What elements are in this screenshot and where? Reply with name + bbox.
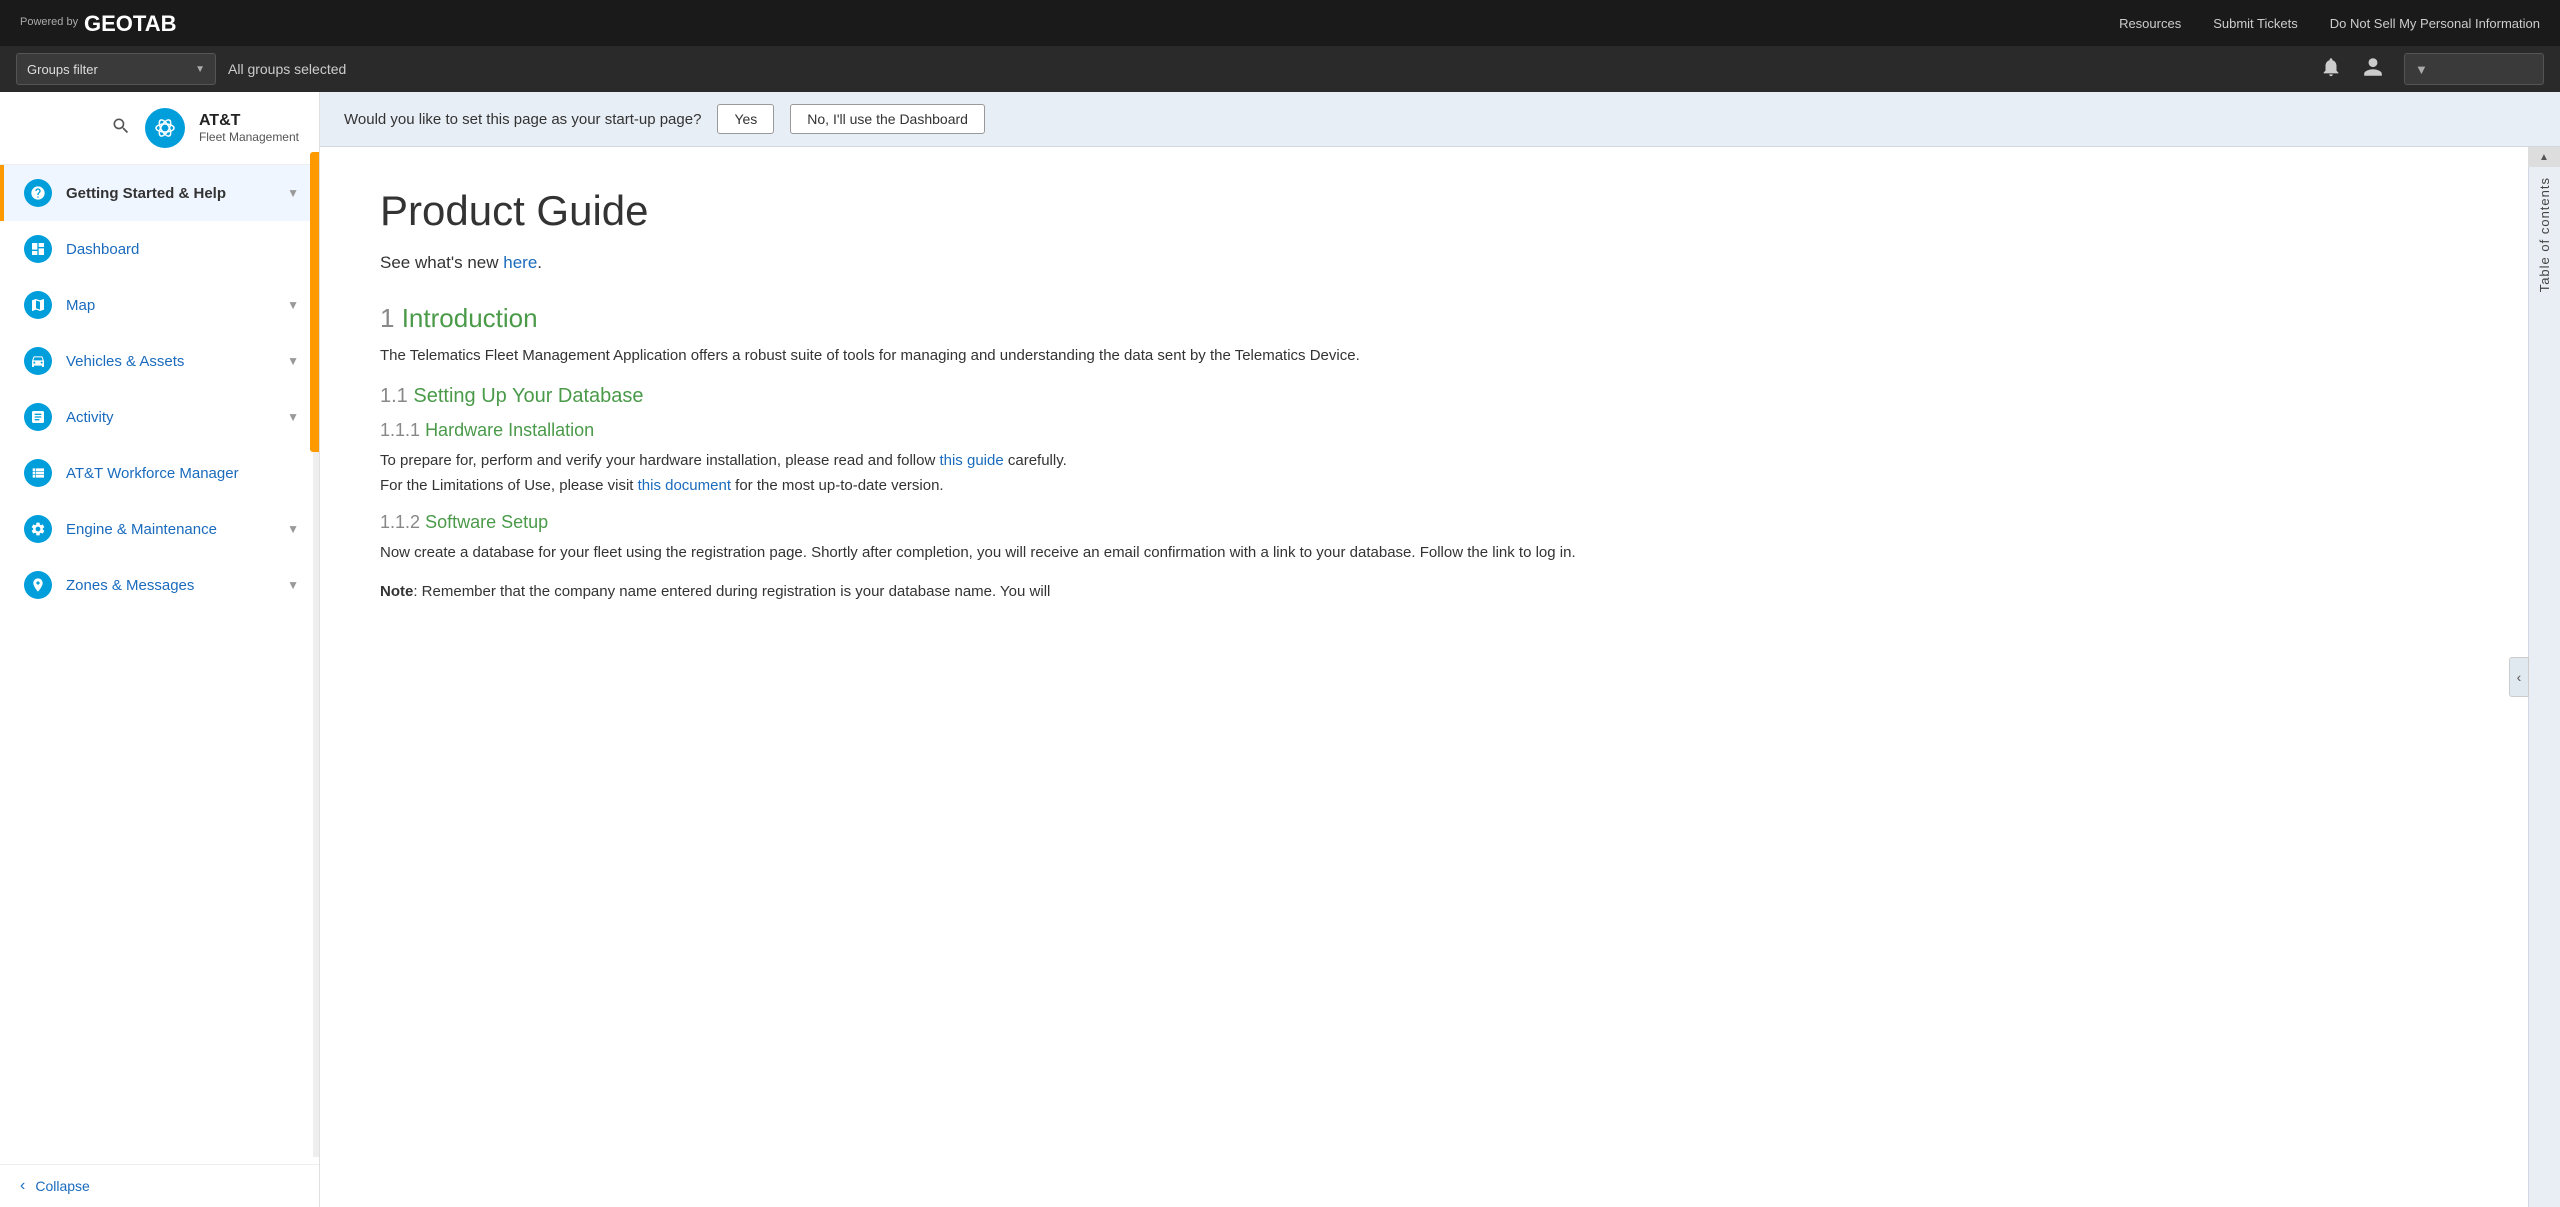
sidebar-resize-handle[interactable] xyxy=(310,152,320,452)
groups-filter-dropdown[interactable]: Groups filter ▼ xyxy=(16,53,216,85)
brand-name: AT&T xyxy=(199,112,299,130)
section1-heading: 1 Introduction xyxy=(380,303,2480,334)
getting-started-chevron: ▼ xyxy=(287,186,299,200)
user-menu-dropdown[interactable]: ▼ xyxy=(2404,53,2544,85)
groups-filter-label: Groups filter xyxy=(27,62,187,77)
zones-icon xyxy=(24,571,52,599)
sidebar-label-getting-started: Getting Started & Help xyxy=(66,185,273,202)
sidebar-item-activity[interactable]: Activity ▼ xyxy=(0,389,319,445)
section11-heading: 1.1 Setting Up Your Database xyxy=(380,385,2480,408)
sidebar-item-zones[interactable]: Zones & Messages ▼ xyxy=(0,557,319,613)
all-groups-text: All groups selected xyxy=(228,61,346,77)
brand-area: Powered by GEOTAB xyxy=(20,9,204,37)
activity-chevron: ▼ xyxy=(287,410,299,424)
section112-heading: 1.1.2 Software Setup xyxy=(380,512,2480,533)
top-bar: Powered by GEOTAB Resources Submit Ticke… xyxy=(0,0,2560,46)
main-layout: AT&T Fleet Management Getting Started & … xyxy=(0,92,2560,1207)
resources-link[interactable]: Resources xyxy=(2119,16,2181,31)
this-guide-link[interactable]: this guide xyxy=(939,452,1003,469)
collapse-chevron-icon: ‹ xyxy=(20,1177,25,1195)
this-document-link[interactable]: this document xyxy=(638,477,731,494)
toc-label: Table of contents xyxy=(2537,177,2552,292)
vehicles-icon xyxy=(24,347,52,375)
content-wrapper: Product Guide See what's new here. 1 Int… xyxy=(320,147,2560,1207)
sidebar-brand: AT&T Fleet Management xyxy=(199,112,299,144)
guide-content-scroll[interactable]: Product Guide See what's new here. 1 Int… xyxy=(320,147,2560,1207)
content-area: Would you like to set this page as your … xyxy=(320,92,2560,1207)
top-bar-right: Resources Submit Tickets Do Not Sell My … xyxy=(2119,16,2540,31)
sidebar-label-vehicles: Vehicles & Assets xyxy=(66,353,273,370)
vehicles-chevron: ▼ xyxy=(287,354,299,368)
sidebar: AT&T Fleet Management Getting Started & … xyxy=(0,92,320,1207)
groups-bar-right: ▼ xyxy=(2320,53,2544,85)
scroll-up-icon: ▲ xyxy=(2539,152,2549,163)
collapse-sidebar-button[interactable]: ‹ Collapse xyxy=(0,1164,319,1207)
engine-chevron: ▼ xyxy=(287,522,299,536)
sidebar-label-activity: Activity xyxy=(66,409,273,426)
sidebar-item-map[interactable]: Map ▼ xyxy=(0,277,319,333)
sidebar-item-workforce[interactable]: AT&T Workforce Manager xyxy=(0,445,319,501)
sidebar-item-dashboard[interactable]: Dashboard xyxy=(0,221,319,277)
brand-subtitle: Fleet Management xyxy=(199,130,299,144)
startup-question: Would you like to set this page as your … xyxy=(344,111,701,128)
sidebar-item-engine[interactable]: Engine & Maintenance ▼ xyxy=(0,501,319,557)
startup-banner: Would you like to set this page as your … xyxy=(320,92,2560,147)
here-link[interactable]: here xyxy=(503,253,537,272)
activity-icon xyxy=(24,403,52,431)
sidebar-label-dashboard: Dashboard xyxy=(66,241,299,258)
section112-para: Now create a database for your fleet usi… xyxy=(380,541,1780,566)
toc-collapse-button[interactable]: ‹ xyxy=(2509,657,2529,697)
att-logo xyxy=(145,108,185,148)
sidebar-label-map: Map xyxy=(66,297,273,314)
username-display: ▼ xyxy=(2415,62,2428,77)
startup-no-button[interactable]: No, I'll use the Dashboard xyxy=(790,104,985,134)
sidebar-label-zones: Zones & Messages xyxy=(66,577,273,594)
getting-started-icon xyxy=(24,179,52,207)
groups-filter-arrow: ▼ xyxy=(195,64,205,75)
toc-collapse-icon: ‹ xyxy=(2517,669,2522,685)
sidebar-label-workforce: AT&T Workforce Manager xyxy=(66,465,299,482)
powered-by-text: Powered by xyxy=(20,16,78,29)
engine-icon xyxy=(24,515,52,543)
sidebar-label-engine: Engine & Maintenance xyxy=(66,521,273,538)
section112-note: Note: Remember that the company name ent… xyxy=(380,580,1780,605)
dashboard-icon xyxy=(24,235,52,263)
sidebar-item-getting-started[interactable]: Getting Started & Help ▼ xyxy=(0,165,319,221)
att-logo-svg xyxy=(151,114,179,142)
sidebar-header: AT&T Fleet Management xyxy=(0,92,319,165)
workforce-icon xyxy=(24,459,52,487)
sidebar-nav: Getting Started & Help ▼ Dashboard Map ▼ xyxy=(0,165,319,1164)
toc-panel[interactable]: ‹ ▲ Table of contents xyxy=(2528,147,2560,1207)
submit-tickets-link[interactable]: Submit Tickets xyxy=(2213,16,2298,31)
map-chevron: ▼ xyxy=(287,298,299,312)
startup-yes-button[interactable]: Yes xyxy=(717,104,774,134)
groups-bar: Groups filter ▼ All groups selected ▼ xyxy=(0,46,2560,92)
geotab-logo: GEOTAB xyxy=(84,9,204,37)
sidebar-item-vehicles[interactable]: Vehicles & Assets ▼ xyxy=(0,333,319,389)
guide-title: Product Guide xyxy=(380,187,2480,235)
guide-subtitle: See what's new here. xyxy=(380,253,2480,273)
section111-para: To prepare for, perform and verify your … xyxy=(380,449,1780,499)
do-not-sell-link[interactable]: Do Not Sell My Personal Information xyxy=(2330,16,2540,31)
content-scroll-up[interactable]: ▲ xyxy=(2528,147,2560,167)
user-profile-icon[interactable] xyxy=(2362,56,2384,83)
collapse-label: Collapse xyxy=(35,1178,89,1194)
section111-heading: 1.1.1 Hardware Installation xyxy=(380,420,2480,441)
notifications-icon[interactable] xyxy=(2320,56,2342,83)
sidebar-search-icon[interactable] xyxy=(111,116,131,141)
svg-text:GEOTAB: GEOTAB xyxy=(84,11,176,36)
section1-para: The Telematics Fleet Management Applicat… xyxy=(380,344,1780,369)
map-icon xyxy=(24,291,52,319)
zones-chevron: ▼ xyxy=(287,578,299,592)
